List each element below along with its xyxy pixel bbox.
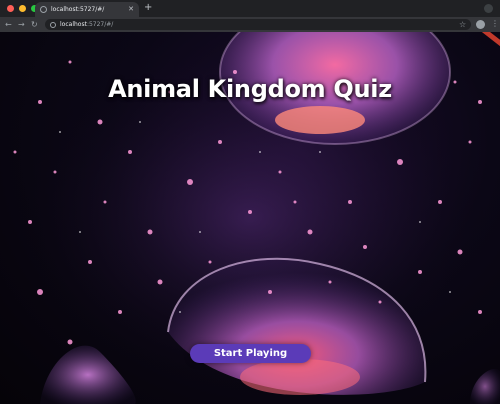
plus-icon[interactable]: + [144, 3, 152, 13]
page-viewport: Animal Kingdom Quiz Start Playing [0, 32, 500, 404]
info-icon[interactable] [50, 21, 56, 28]
browser-tab[interactable]: localhost:5727/#/ ✕ [35, 2, 139, 17]
minimize-window-button[interactable] [19, 5, 26, 12]
url-text: localhost:5727/#/ [60, 21, 114, 28]
close-icon[interactable]: ✕ [128, 6, 134, 13]
globe-icon [40, 6, 47, 13]
browser-toolbar: ← → ↻ localhost:5727/#/ ☆ ⋮ [0, 17, 500, 32]
close-window-button[interactable] [7, 5, 14, 12]
tab-title: localhost:5727/#/ [51, 6, 105, 13]
profile-icon[interactable] [476, 20, 485, 29]
page-title: Animal Kingdom Quiz [108, 75, 392, 103]
browser-tabbar: localhost:5727/#/ ✕ + [0, 0, 500, 17]
kebab-menu-icon[interactable]: ⋮ [491, 19, 499, 29]
forward-arrow-icon[interactable]: → [18, 20, 25, 29]
address-bar[interactable]: localhost:5727/#/ [45, 19, 471, 30]
back-arrow-icon[interactable]: ← [5, 20, 12, 29]
tab-search-icon[interactable] [484, 4, 493, 13]
star-icon[interactable]: ☆ [459, 20, 466, 29]
start-playing-button[interactable]: Start Playing [190, 344, 311, 363]
window-controls [7, 5, 38, 12]
reload-icon[interactable]: ↻ [31, 20, 38, 29]
